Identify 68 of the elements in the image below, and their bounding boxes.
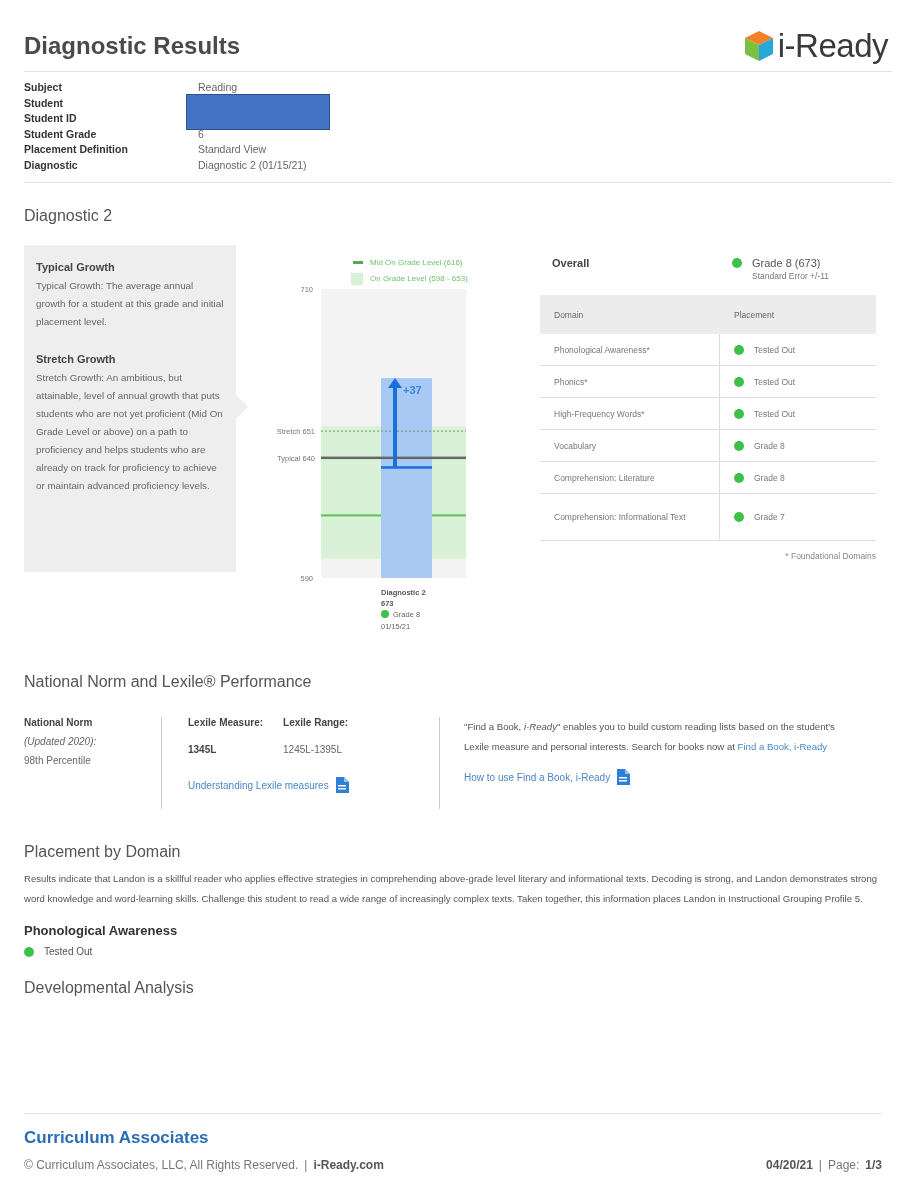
legend-line-swatch [353, 261, 363, 264]
section-heading: Developmental Analysis [24, 979, 195, 997]
section-heading: Diagnostic 2 [24, 207, 114, 225]
lexile-link[interactable]: Understanding Lexile measures [188, 777, 439, 793]
table-cell: Phonics* [540, 366, 720, 397]
column-header: Placement [733, 309, 776, 320]
section-heading: Placement by Domain [24, 843, 182, 861]
page-number: 1/3 [865, 1158, 882, 1172]
footnote: * Foundational Domains [785, 551, 876, 561]
panel-heading: Stretch Growth [36, 353, 117, 365]
lexile-measure-label: Lexile Measure: [188, 717, 264, 728]
column-header: Domain [553, 309, 585, 320]
brand-name: Curriculum Associates [24, 1128, 210, 1148]
overall-label: Overall [552, 257, 591, 271]
table-cell: Comprehension: Literature [540, 462, 720, 493]
separator: | [818, 1158, 822, 1172]
domain-heading: Phonological Awareness [24, 923, 179, 938]
find-a-book-link[interactable]: Find a Book, i-Ready [737, 741, 828, 752]
growth-label: +37 [403, 384, 422, 397]
overall-placement: Grade 8 (673) [752, 257, 821, 269]
status-text: Tested Out [44, 946, 93, 957]
page-title: Diagnostic Results [24, 31, 241, 60]
panel-heading: Typical Growth [36, 261, 116, 273]
info-label: Diagnostic [24, 157, 79, 172]
placement-text: Tested Out [754, 376, 796, 387]
lexile-range: 1245L-1395L [283, 744, 343, 755]
lexile-measure: 1345L [188, 744, 218, 755]
placement-text: Tested Out [754, 408, 796, 419]
placement-text: Tested Out [754, 344, 796, 355]
site-name: i-Ready.com [313, 1158, 384, 1172]
norm-value: 98th Percentile [24, 755, 92, 766]
standard-error: Standard Error +/-11 [752, 271, 830, 281]
info-label: Student ID [24, 111, 78, 126]
norm-label: National Norm [24, 717, 94, 728]
legend-band-swatch [351, 273, 363, 285]
copyright-text: © Curriculum Associates, LLC, All Rights Reserved. [24, 1158, 299, 1172]
info-label: Subject [24, 80, 63, 95]
info-label: Placement Definition [24, 142, 129, 157]
find-a-book-text: "Find a Book, i-Ready" enables you to build custom reading lists based on the student's Lexile measure and personal interests. Search for books now at Find a Book, i-Ready [464, 720, 836, 754]
report-date: 04/20/21 [766, 1158, 813, 1172]
info-value: 6 [198, 126, 205, 141]
panel-text: Typical Growth: The average annual growth for a student at this grade and initial placement level. [36, 279, 224, 329]
info-value: Diagnostic 2 (01/15/21) [198, 157, 308, 172]
table-cell: Vocabulary [540, 430, 720, 461]
info-label: Student [24, 95, 65, 110]
placement-text: Grade 8 [754, 440, 785, 451]
info-value: Standard View [198, 142, 268, 157]
cube-icon [743, 29, 774, 62]
separator: | [304, 1158, 308, 1172]
norm-note: (Updated 2020): [24, 736, 98, 747]
section-heading: National Norm and Lexile® Performance [24, 673, 313, 691]
placement-text: Grade 7 [754, 512, 785, 522]
how-to-link[interactable]: How to use Find a Book, i-Ready [464, 769, 860, 785]
legend-label: Mid On Grade Level (616) [370, 258, 463, 267]
document-icon [616, 769, 631, 785]
info-value: Reading [198, 80, 239, 95]
placement-text: Grade 8 [754, 472, 785, 483]
summary-paragraph: Results indicate that Landon is a skillful reader who applies effective strategies in comprehending above-grade level literary and informational texts. Decoding is strong, and Landon demonstrates strong word knowledge and word-learning skills. Challenge this student to read a wide range of increasingly complex texts. Taken together, this information places Landon in Instructional Grouping Profile 5. [24, 872, 879, 906]
lexile-range-label: Lexile Range: [283, 717, 349, 728]
page-label: Page: [827, 1158, 860, 1172]
logo-text: i-Ready [777, 26, 888, 65]
legend-label: On Grade Level (598 - 653) [370, 274, 468, 283]
info-label: Student Grade [24, 126, 98, 141]
table-cell: Phonological Awareness* [540, 334, 720, 365]
panel-text: Stretch Growth: An ambitious, but attainable, level of annual growth that puts students who are not yet proficient (Mid On Grade Level or above) on a path to proficiency and helps students who are already on track for proficiency to achieve or maintain advanced proficiency levels. [36, 371, 224, 493]
table-cell: Comprehension: Informational Text [540, 494, 720, 540]
document-icon [334, 777, 349, 793]
table-cell: High-Frequency Words* [540, 398, 720, 429]
